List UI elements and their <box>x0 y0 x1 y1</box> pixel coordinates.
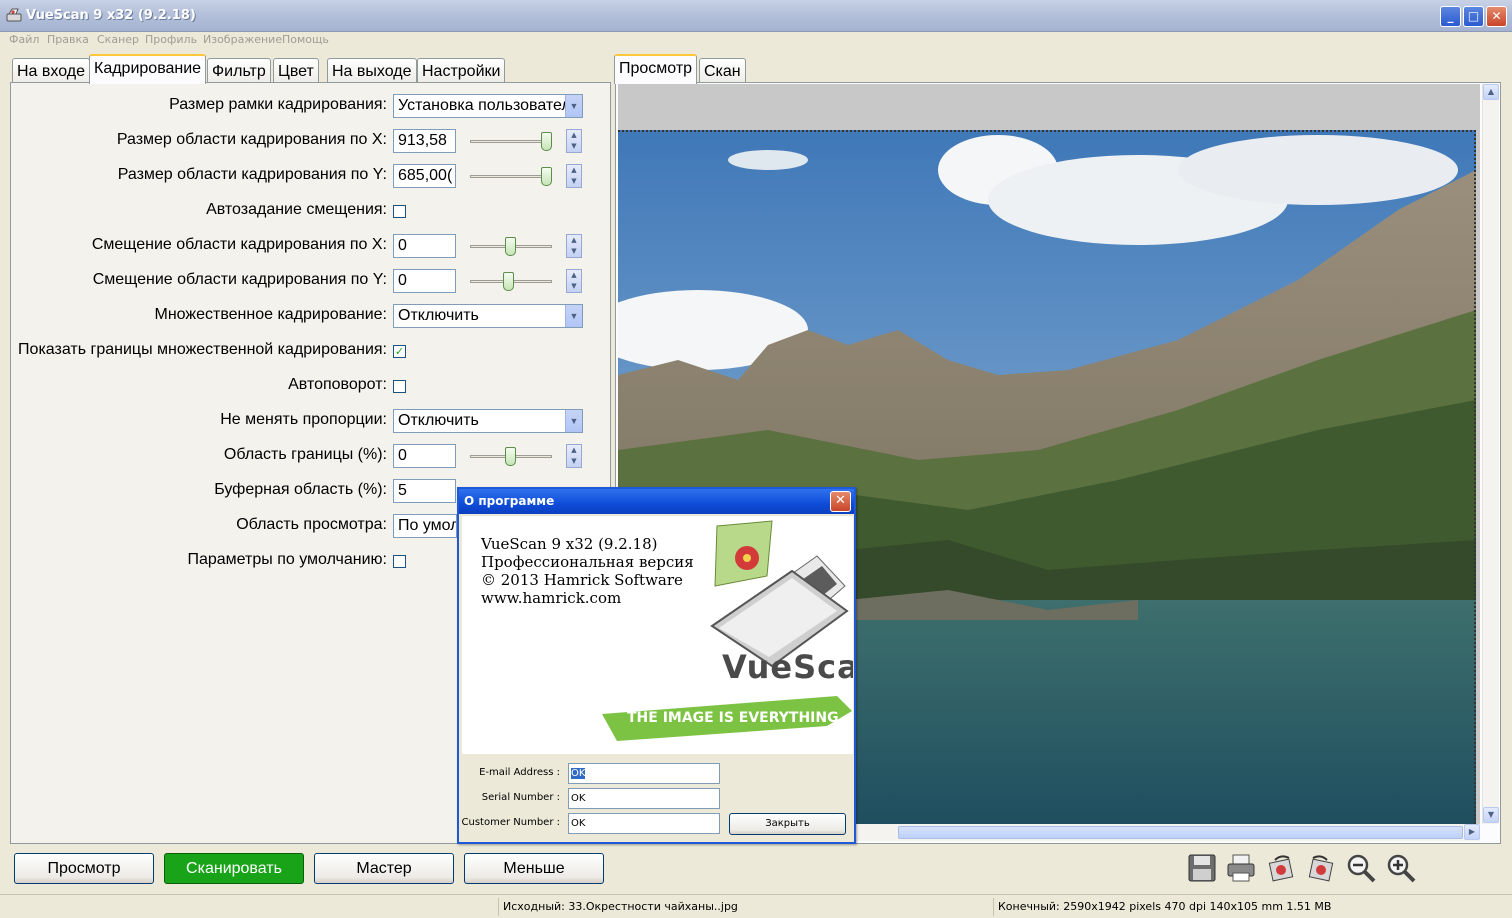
status-result: Конечный: 2590x1942 pixels 470 dpi 140x1… <box>993 898 1503 916</box>
zoom-in-icon[interactable] <box>1385 852 1417 884</box>
x-offset-input[interactable]: 0 <box>393 234 456 258</box>
menu-edit[interactable]: Правка <box>47 33 89 46</box>
x-offset-spinner[interactable]: ▲ ▼ <box>566 234 582 258</box>
y-size-slider-thumb[interactable] <box>541 167 552 186</box>
logo-text: VueScan <box>722 648 853 686</box>
y-offset-label: Смещение области кадрирования по Y: <box>92 271 387 288</box>
tab-filter[interactable]: Фильтр <box>207 58 271 84</box>
close-window-button[interactable]: ✕ <box>1486 6 1507 27</box>
keep-ratio-select[interactable]: Отключить ▼ <box>393 409 583 433</box>
x-offset-slider-thumb[interactable] <box>505 237 516 256</box>
serial-field[interactable]: OK <box>568 788 720 809</box>
customer-field[interactable]: OK <box>568 813 720 834</box>
crop-size-label: Размер рамки кадрирования: <box>169 96 387 113</box>
scroll-up-icon[interactable]: ▲ <box>1483 84 1499 100</box>
status-bar: Исходный: 33.Окрестности чайханы..jpg Ко… <box>0 894 1512 918</box>
scroll-down-icon[interactable]: ▼ <box>1483 807 1499 823</box>
multi-crop-label: Множественное кадрирование: <box>154 306 388 323</box>
about-dialog: О программе ✕ VueScan 9 x32 (9.2.18) Про… <box>457 487 856 844</box>
keep-ratio-label: Не менять пропорции: <box>220 411 387 428</box>
vuescan-logo: VueScan THE IMAGE IS EVERYTHING <box>602 520 853 741</box>
x-offset-label: Смещение области кадрирования по X: <box>91 236 387 253</box>
about-dialog-title-bar: О программе ✕ <box>459 489 854 514</box>
border-spinner[interactable]: ▲ ▼ <box>566 444 582 468</box>
border-slider-thumb[interactable] <box>505 447 516 466</box>
vuescan-app-icon[interactable] <box>6 8 22 24</box>
preview-area-label: Область просмотра: <box>236 516 387 533</box>
multi-crop-select[interactable]: Отключить ▼ <box>393 304 583 328</box>
y-size-slider-track[interactable] <box>470 175 552 178</box>
show-multi-bounds-label: Показать границы множественной кадрирова… <box>18 341 387 358</box>
scroll-right-icon[interactable]: ▶ <box>1464 824 1480 840</box>
customer-label: Customer Number : <box>461 817 560 828</box>
tab-settings[interactable]: Настройки <box>417 58 506 84</box>
x-size-label: Размер области кадрирования по X: <box>116 131 387 148</box>
maximize-button[interactable]: □ <box>1463 6 1484 27</box>
about-dialog-close-button[interactable]: ✕ <box>830 491 851 512</box>
horizontal-scroll-thumb[interactable] <box>898 826 1463 839</box>
menu-help[interactable]: Помощь <box>282 33 329 46</box>
rotate-right-icon[interactable] <box>1305 852 1337 884</box>
chevron-down-icon: ▼ <box>565 410 582 432</box>
logo-tagline: THE IMAGE IS EVERYTHING <box>627 710 839 726</box>
border-label: Область границы (%): <box>223 446 387 463</box>
crop-size-select[interactable]: Установка пользовател ▼ <box>393 94 583 118</box>
defaults-checkbox[interactable] <box>393 555 406 568</box>
less-button[interactable]: Меньше <box>464 853 604 884</box>
chevron-down-icon: ▼ <box>565 95 582 117</box>
about-dialog-body: VueScan 9 x32 (9.2.18) Профессиональная … <box>462 516 853 754</box>
tab-output[interactable]: На выходе <box>327 58 417 84</box>
menu-profile[interactable]: Профиль <box>145 33 197 46</box>
email-label: E-mail Address : <box>479 767 560 778</box>
tab-input[interactable]: На входе <box>12 58 90 84</box>
preview-button[interactable]: Просмотр <box>14 853 154 884</box>
menu-file[interactable]: Файл <box>9 33 39 46</box>
y-offset-input[interactable]: 0 <box>393 269 456 293</box>
tab-preview[interactable]: Просмотр <box>614 54 698 84</box>
print-icon[interactable] <box>1225 852 1257 884</box>
chevron-down-icon: ▼ <box>565 305 582 327</box>
vertical-scrollbar[interactable]: ▲ ▼ <box>1482 84 1499 824</box>
y-size-input[interactable]: 685,00( <box>393 164 456 188</box>
menu-bar: Файл Правка Сканер Профиль Изображение П… <box>0 32 1512 50</box>
menu-image[interactable]: Изображение <box>203 33 282 46</box>
minimize-button[interactable]: _ <box>1440 6 1461 27</box>
save-icon[interactable] <box>1186 852 1218 884</box>
about-close-button[interactable]: Закрыть <box>729 813 846 835</box>
window-title: VueScan 9 x32 (9.2.18) <box>26 8 196 23</box>
y-offset-slider-thumb[interactable] <box>503 272 514 291</box>
auto-rotate-checkbox[interactable] <box>393 380 406 393</box>
y-size-spinner[interactable]: ▲ ▼ <box>566 164 582 188</box>
tab-crop[interactable]: Кадрирование <box>89 54 207 84</box>
zoom-out-icon[interactable] <box>1345 852 1377 884</box>
about-dialog-title: О программе <box>464 494 555 508</box>
serial-label: Serial Number : <box>481 792 560 803</box>
buffer-label: Буферная область (%): <box>214 481 387 498</box>
x-size-slider-track[interactable] <box>470 140 552 143</box>
border-input[interactable]: 0 <box>393 444 456 468</box>
y-offset-spinner[interactable]: ▲ ▼ <box>566 269 582 293</box>
scan-button[interactable]: Сканировать <box>164 853 304 884</box>
preview-area-select[interactable]: По умол <box>393 514 457 538</box>
x-size-spinner[interactable]: ▲ ▼ <box>566 129 582 153</box>
rotate-left-icon[interactable] <box>1265 852 1297 884</box>
tab-scan[interactable]: Скан <box>699 58 746 84</box>
defaults-label: Параметры по умолчанию: <box>187 551 387 568</box>
show-multi-bounds-checkbox[interactable]: ✓ <box>393 345 406 358</box>
auto-rotate-label: Автоповорот: <box>288 376 387 393</box>
x-size-input[interactable]: 913,58 <box>393 129 456 153</box>
auto-offset-checkbox[interactable] <box>393 205 406 218</box>
tab-color[interactable]: Цвет <box>273 58 319 84</box>
auto-offset-label: Автозадание смещения: <box>206 201 387 218</box>
status-source: Исходный: 33.Окрестности чайханы..jpg <box>498 898 990 916</box>
menu-scanner[interactable]: Сканер <box>97 33 139 46</box>
y-size-label: Размер области кадрирования по Y: <box>117 166 387 183</box>
buffer-input[interactable]: 5 <box>393 479 456 503</box>
x-size-slider-thumb[interactable] <box>541 132 552 151</box>
email-field[interactable]: OK <box>568 763 720 784</box>
title-bar: VueScan 9 x32 (9.2.18) _ □ ✕ <box>0 0 1512 32</box>
wizard-button[interactable]: Мастер <box>314 853 454 884</box>
